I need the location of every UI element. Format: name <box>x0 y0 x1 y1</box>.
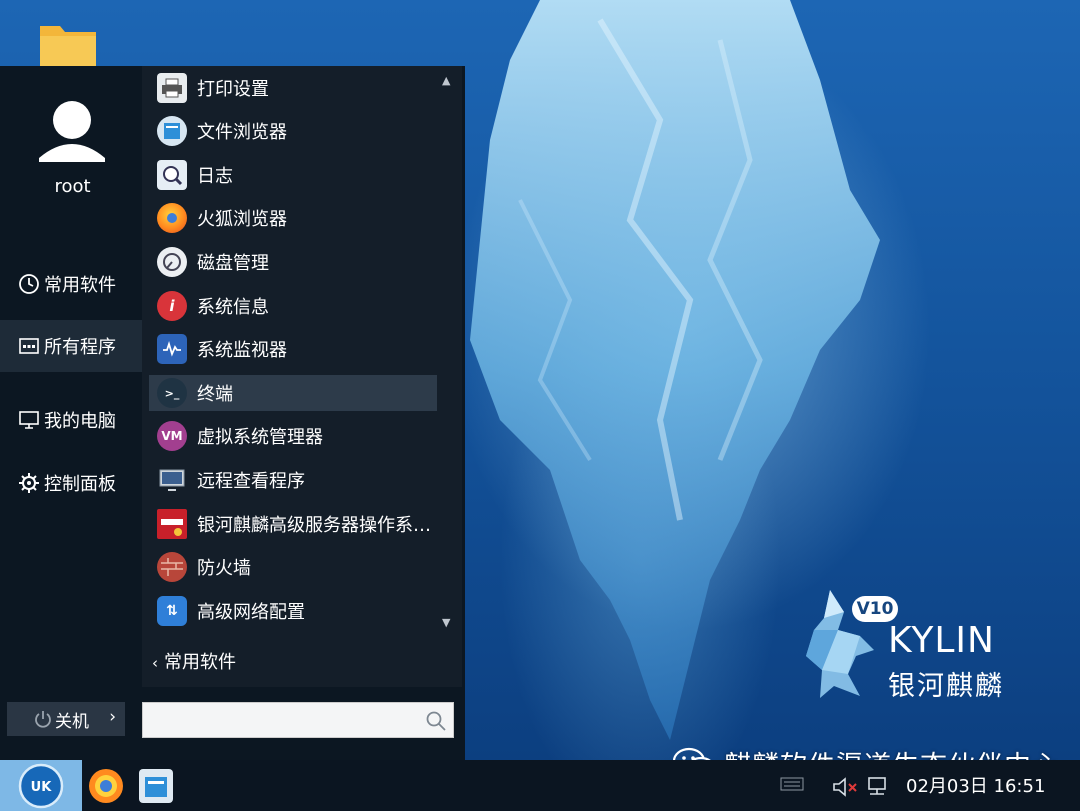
user-avatar-icon[interactable] <box>37 96 107 188</box>
app-item-terminal[interactable]: >_ 终端 <box>149 375 437 411</box>
remote-viewer-icon <box>157 465 187 495</box>
kylin-start-icon: UK <box>18 763 64 809</box>
clock-icon <box>19 274 39 294</box>
vm-manager-icon: VM <box>157 421 187 451</box>
sidebar-item-label: 控制面板 <box>44 474 116 495</box>
system-info-icon: i <box>157 291 187 321</box>
firewall-icon <box>157 552 187 582</box>
search-box[interactable] <box>142 702 454 738</box>
app-item-disk-manager[interactable]: 磁盘管理 <box>149 244 437 280</box>
app-item-system-monitor[interactable]: 系统监视器 <box>149 331 437 367</box>
app-item-print-settings[interactable]: 打印设置 <box>149 70 437 106</box>
app-label: 磁盘管理 <box>197 253 269 274</box>
app-label: 终端 <box>197 384 233 405</box>
sidebar-item-label: 常用软件 <box>44 275 116 296</box>
network-icon[interactable] <box>866 776 890 798</box>
app-label: 防火墙 <box>197 558 251 579</box>
apps-grid-icon <box>19 338 39 354</box>
kylin-cn-wordmark: 银河麒麟 <box>888 671 1004 702</box>
kylin-app-icon <box>157 509 187 539</box>
shutdown-label: 关机 <box>55 711 89 732</box>
start-menu: root 常用软件 所有程序 我的电脑 控制面板 关机 › ▲ ▼ 打印设置 文… <box>0 66 465 760</box>
firefox-icon <box>157 203 187 233</box>
volume-muted-icon[interactable] <box>832 776 858 798</box>
sidebar-item-my-computer[interactable]: 我的电脑 <box>0 394 142 446</box>
start-button[interactable]: UK <box>0 760 82 811</box>
app-item-firewall[interactable]: 防火墙 <box>149 549 437 585</box>
sidebar-item-control-panel[interactable]: 控制面板 <box>0 457 142 509</box>
app-label: 打印设置 <box>197 79 269 100</box>
sidebar-item-label: 所有程序 <box>44 337 116 358</box>
network-config-icon: ⇅ <box>157 596 187 626</box>
sidebar-item-label: 我的电脑 <box>44 411 116 432</box>
app-label: 系统监视器 <box>197 340 287 361</box>
user-name: root <box>54 176 91 197</box>
file-browser-icon <box>157 116 187 146</box>
version-badge: V10 <box>852 596 898 622</box>
app-item-vm-manager[interactable]: VM 虚拟系统管理器 <box>149 418 437 454</box>
scroll-down-icon[interactable]: ▼ <box>442 616 450 629</box>
start-menu-sidebar: root 常用软件 所有程序 我的电脑 控制面板 关机 › <box>0 66 142 760</box>
printer-icon <box>157 73 187 103</box>
kylin-wordmark: KYLIN <box>888 620 995 661</box>
power-icon <box>35 711 51 728</box>
kylin-logo: V10 KYLIN 银河麒麟 <box>800 590 1010 702</box>
sidebar-item-common-software[interactable]: 常用软件 <box>0 258 142 310</box>
home-folder-icon <box>40 26 96 66</box>
app-label: 日志 <box>197 166 233 187</box>
taskbar-firefox[interactable] <box>86 766 126 806</box>
taskbar-file-browser[interactable] <box>136 766 176 806</box>
file-browser-icon <box>139 769 173 803</box>
scroll-up-icon[interactable]: ▲ <box>442 74 450 87</box>
shutdown-button[interactable]: 关机 › <box>7 702 125 736</box>
app-label: 系统信息 <box>197 297 269 318</box>
app-list-panel[interactable]: ▲ ▼ 打印设置 文件浏览器 日志 火狐浏览器 磁盘管理 i 系统信息 系统监视… <box>142 66 462 687</box>
app-label: 虚拟系统管理器 <box>197 427 323 448</box>
app-label: 银河麒麟高级服务器操作系… <box>197 515 431 536</box>
taskbar-clock[interactable]: 02月03日 16:51 <box>906 772 1045 798</box>
app-item-network-config[interactable]: ⇅ 高级网络配置 <box>149 593 437 629</box>
firefox-icon <box>89 769 123 803</box>
search-icon[interactable] <box>425 710 447 732</box>
app-label: 火狐浏览器 <box>197 209 287 230</box>
app-item-file-browser[interactable]: 文件浏览器 <box>149 113 437 149</box>
chevron-right-icon[interactable]: › <box>109 707 116 727</box>
system-monitor-icon <box>157 334 187 364</box>
back-to-common-software[interactable]: ‹ 常用软件 <box>152 648 236 674</box>
monitor-icon <box>19 411 39 429</box>
app-label: 远程查看程序 <box>197 471 305 492</box>
back-label: 常用软件 <box>164 652 236 673</box>
chevron-left-icon: ‹ <box>152 654 158 672</box>
disk-manager-icon <box>157 247 187 277</box>
search-input[interactable] <box>143 703 453 737</box>
app-item-kylin-server[interactable]: 银河麒麟高级服务器操作系… <box>149 506 437 542</box>
gear-icon <box>19 473 39 493</box>
log-viewer-icon <box>157 160 187 190</box>
app-item-system-info[interactable]: i 系统信息 <box>149 288 437 324</box>
sidebar-item-all-programs[interactable]: 所有程序 <box>0 320 142 372</box>
app-item-firefox[interactable]: 火狐浏览器 <box>149 200 437 236</box>
keyboard-icon[interactable] <box>780 776 804 792</box>
svg-text:UK: UK <box>31 780 53 795</box>
app-item-log[interactable]: 日志 <box>149 157 437 193</box>
app-label: 高级网络配置 <box>197 602 305 623</box>
app-label: 文件浏览器 <box>197 122 287 143</box>
terminal-icon: >_ <box>157 378 187 408</box>
app-item-remote-viewer[interactable]: 远程查看程序 <box>149 462 437 498</box>
